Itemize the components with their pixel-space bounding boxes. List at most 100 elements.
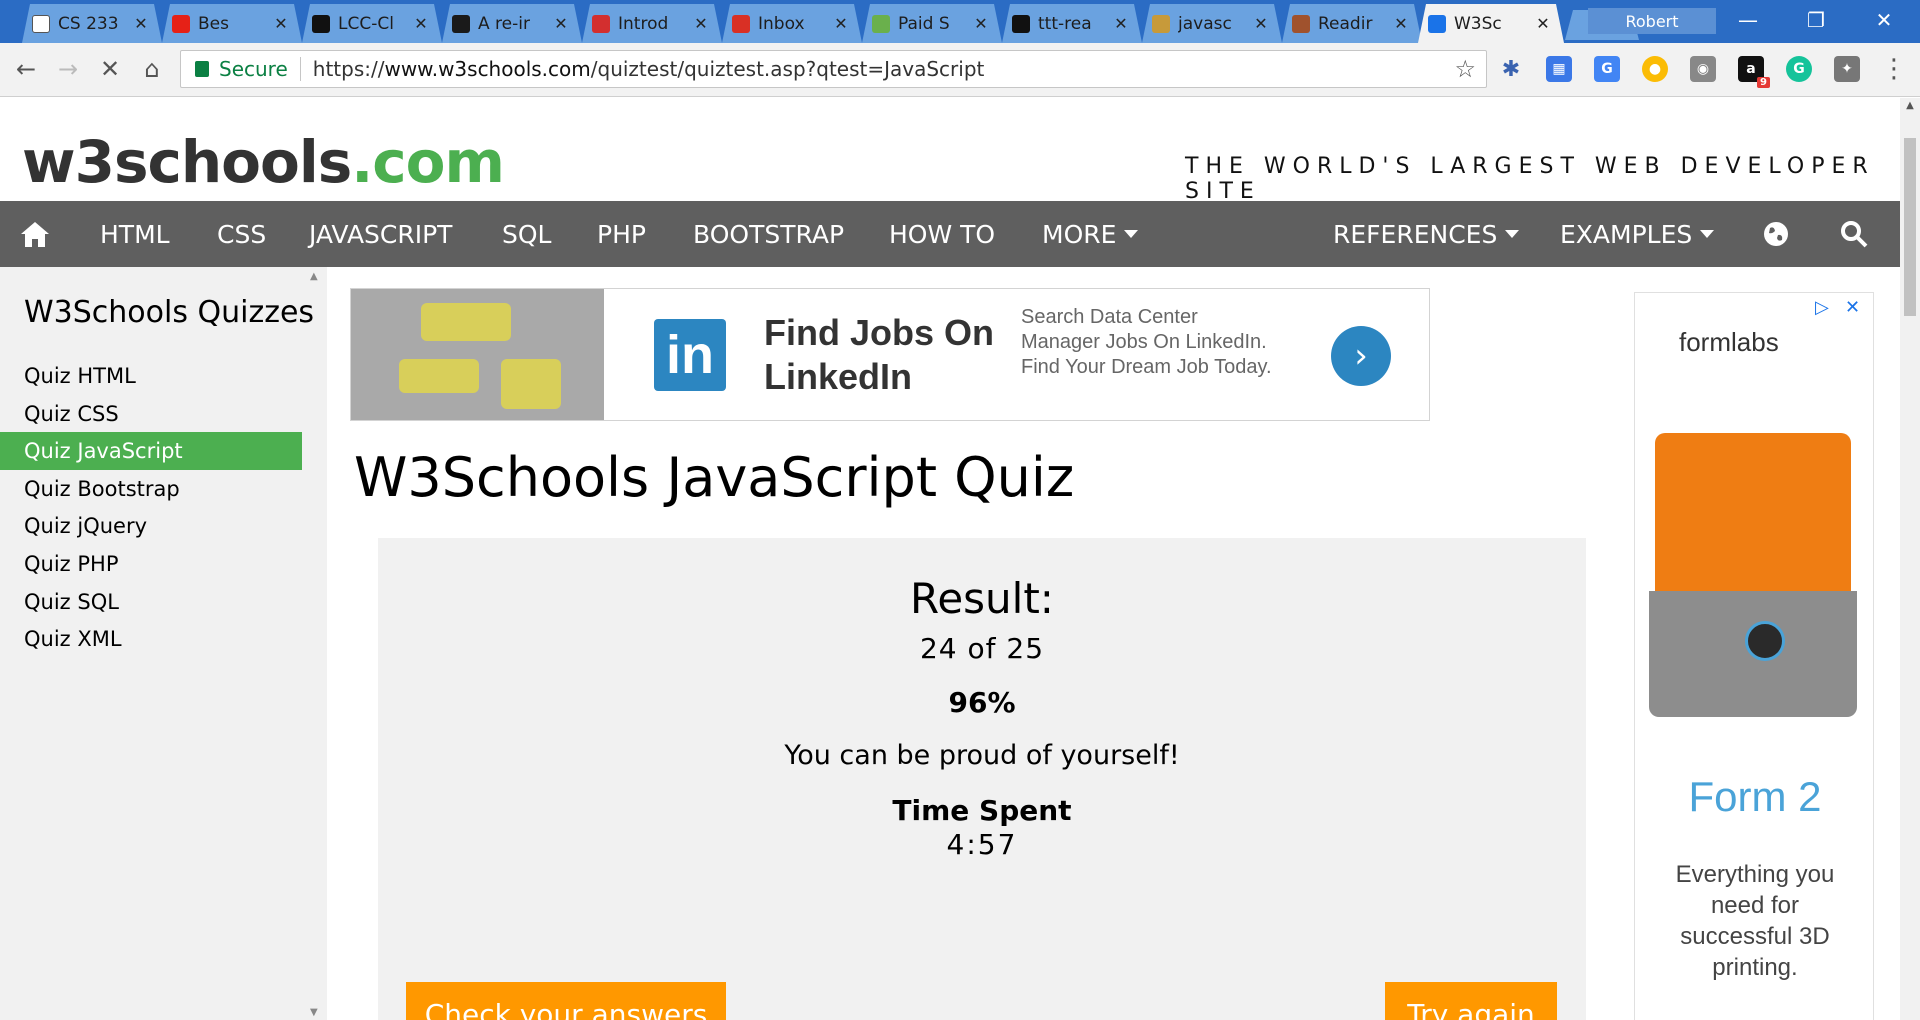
address-bar[interactable]: Secure https://www.w3schools.com/quiztes… xyxy=(180,50,1487,88)
extension-chrome-icon[interactable]: ● xyxy=(1642,56,1668,82)
browser-tab[interactable]: A re-ir ✕ xyxy=(442,4,582,43)
browser-tab[interactable]: CS 233 ✕ xyxy=(22,4,162,43)
top-navigation: HTML CSS JAVASCRIPT SQL PHP BOOTSTRAP HO… xyxy=(0,201,1900,267)
tab-close-icon[interactable]: ✕ xyxy=(972,14,990,33)
browser-tab[interactable]: LCC-Cl ✕ xyxy=(302,4,442,43)
tab-close-icon[interactable]: ✕ xyxy=(692,14,710,33)
caret-down-icon xyxy=(1124,230,1139,238)
globe-icon[interactable] xyxy=(1762,201,1790,267)
browser-tab[interactable]: W3Sc ✕ xyxy=(1418,4,1564,43)
scroll-up-arrow-icon[interactable]: ▲ xyxy=(1904,100,1916,111)
extension-camera-icon[interactable]: ◉ xyxy=(1690,56,1716,82)
time-spent-value: 4:57 xyxy=(946,828,1018,861)
site-tagline: THE WORLD'S LARGEST WEB DEVELOPER SITE xyxy=(1185,154,1875,204)
tab-close-icon[interactable]: ✕ xyxy=(132,14,150,33)
browser-tab[interactable]: Inbox ✕ xyxy=(722,4,862,43)
chevron-right-icon[interactable]: › xyxy=(1331,326,1391,386)
nav-php[interactable]: PHP xyxy=(597,201,646,267)
profile-button[interactable]: Robert xyxy=(1588,8,1716,34)
tab-close-icon[interactable]: ✕ xyxy=(1534,14,1552,33)
sidebar-item-quiz-html[interactable]: Quiz HTML xyxy=(0,357,302,395)
extension-grammarly-icon[interactable]: G xyxy=(1786,56,1812,82)
github-icon xyxy=(1012,15,1030,33)
tab-close-icon[interactable]: ✕ xyxy=(552,14,570,33)
ad-headline: Find Jobs On LinkedIn xyxy=(764,312,994,397)
sidebar-scroll-up-icon[interactable]: ▲ xyxy=(310,271,318,282)
sidebar-item-quiz-bootstrap[interactable]: Quiz Bootstrap xyxy=(0,470,302,508)
sidebar-item-quiz-xml[interactable]: Quiz XML xyxy=(0,620,302,658)
search-icon[interactable] xyxy=(1840,201,1868,267)
github-icon xyxy=(312,15,330,33)
extension-google-translate-icon[interactable]: G xyxy=(1594,56,1620,82)
stop-loading-button[interactable]: ✕ xyxy=(94,53,126,85)
nav-html[interactable]: HTML xyxy=(100,201,170,267)
minimize-button[interactable]: — xyxy=(1716,0,1780,40)
nav-sql[interactable]: SQL xyxy=(502,201,551,267)
nav-examples-label: EXAMPLES xyxy=(1560,219,1693,249)
home-icon[interactable] xyxy=(20,201,50,267)
extension-puzzle-icon[interactable]: ✦ xyxy=(1834,56,1860,82)
extension-translate-icon[interactable]: ▦ xyxy=(1546,56,1572,82)
linkedin-ad-banner[interactable]: in Find Jobs On LinkedIn Search Data Cen… xyxy=(350,288,1430,421)
restore-button[interactable]: ❐ xyxy=(1784,0,1848,40)
loading-icon xyxy=(1428,15,1446,33)
browser-tab[interactable]: Paid S ✕ xyxy=(862,4,1002,43)
nav-references-label: REFERENCES xyxy=(1333,219,1498,249)
nav-how-to[interactable]: HOW TO xyxy=(889,201,995,267)
extension-badge: 9 xyxy=(1757,77,1770,88)
sidebar-item-quiz-css[interactable]: Quiz CSS xyxy=(0,395,302,433)
adchoices-icon[interactable]: ▷ xyxy=(1815,297,1829,318)
browser-tab[interactable]: Readir ✕ xyxy=(1282,4,1422,43)
hand-icon xyxy=(1152,15,1170,33)
extension-amazon-icon[interactable]: a9 xyxy=(1738,56,1770,88)
browser-tab[interactable]: Introd ✕ xyxy=(582,4,722,43)
tab-title: Readir xyxy=(1318,13,1373,34)
sidebar-item-quiz-jquery[interactable]: Quiz jQuery xyxy=(0,507,302,545)
nav-references[interactable]: REFERENCES xyxy=(1333,201,1520,267)
ad-office-image xyxy=(351,289,604,420)
sidebar-item-quiz-javascript[interactable]: Quiz JavaScript xyxy=(0,432,302,471)
nav-javascript[interactable]: JAVASCRIPT xyxy=(309,201,452,267)
back-button[interactable]: ← xyxy=(10,53,42,85)
tab-close-icon[interactable]: ✕ xyxy=(1252,14,1270,33)
browser-tab[interactable]: javasc ✕ xyxy=(1142,4,1282,43)
browser-tab[interactable]: Bes ✕ xyxy=(162,4,302,43)
tab-title: A re-ir xyxy=(478,13,530,34)
printer-button xyxy=(1745,621,1785,661)
tab-close-icon[interactable]: ✕ xyxy=(1112,14,1130,33)
tab-title: Inbox xyxy=(758,13,805,34)
sidebar-item-quiz-php[interactable]: Quiz PHP xyxy=(0,545,302,583)
sidebar-item-quiz-sql[interactable]: Quiz SQL xyxy=(0,583,302,621)
close-ad-icon[interactable]: ✕ xyxy=(1845,297,1860,318)
tab-close-icon[interactable]: ✕ xyxy=(272,14,290,33)
reading-icon xyxy=(1292,15,1310,33)
browser-tab[interactable]: ttt-rea ✕ xyxy=(1002,4,1142,43)
check-answers-button[interactable]: Check your answers xyxy=(406,982,726,1020)
caret-down-icon xyxy=(1700,230,1715,238)
sidebar-title: W3Schools Quizzes xyxy=(24,295,315,330)
close-window-button[interactable]: ✕ xyxy=(1852,0,1916,40)
url-text[interactable]: https://www.w3schools.com/quiztest/quizt… xyxy=(313,57,1455,81)
nav-css[interactable]: CSS xyxy=(217,201,266,267)
nav-bootstrap[interactable]: BOOTSTRAP xyxy=(693,201,844,267)
quiz-sidebar: ▲ W3Schools Quizzes Quiz HTML Quiz CSS Qui… xyxy=(0,267,327,1020)
bookmark-star-icon[interactable]: ☆ xyxy=(1454,55,1476,83)
forward-button[interactable]: → xyxy=(52,53,84,85)
page-scrollbar[interactable]: ▲ xyxy=(1900,98,1920,1020)
tab-title: W3Sc xyxy=(1454,13,1502,34)
extension-feather-icon[interactable]: ✱ xyxy=(1498,56,1524,82)
nav-more[interactable]: MORE xyxy=(1042,201,1139,267)
try-again-button[interactable]: Try again xyxy=(1385,982,1557,1020)
home-button[interactable]: ⌂ xyxy=(136,53,168,85)
z-icon xyxy=(592,15,610,33)
sidebar-scroll-down-icon[interactable]: ▼ xyxy=(310,1007,318,1018)
scrollbar-thumb[interactable] xyxy=(1904,138,1916,316)
tab-close-icon[interactable]: ✕ xyxy=(412,14,430,33)
formlabs-ad[interactable]: ▷ ✕ formlabs Form 2 Everything you need … xyxy=(1634,292,1874,1020)
site-logo[interactable]: w3schools.com xyxy=(22,128,505,196)
tab-close-icon[interactable]: ✕ xyxy=(1392,14,1410,33)
nav-examples[interactable]: EXAMPLES xyxy=(1560,201,1715,267)
tab-title: LCC-Cl xyxy=(338,13,394,34)
chrome-menu-icon[interactable]: ⋮ xyxy=(1878,53,1910,85)
tab-close-icon[interactable]: ✕ xyxy=(832,14,850,33)
